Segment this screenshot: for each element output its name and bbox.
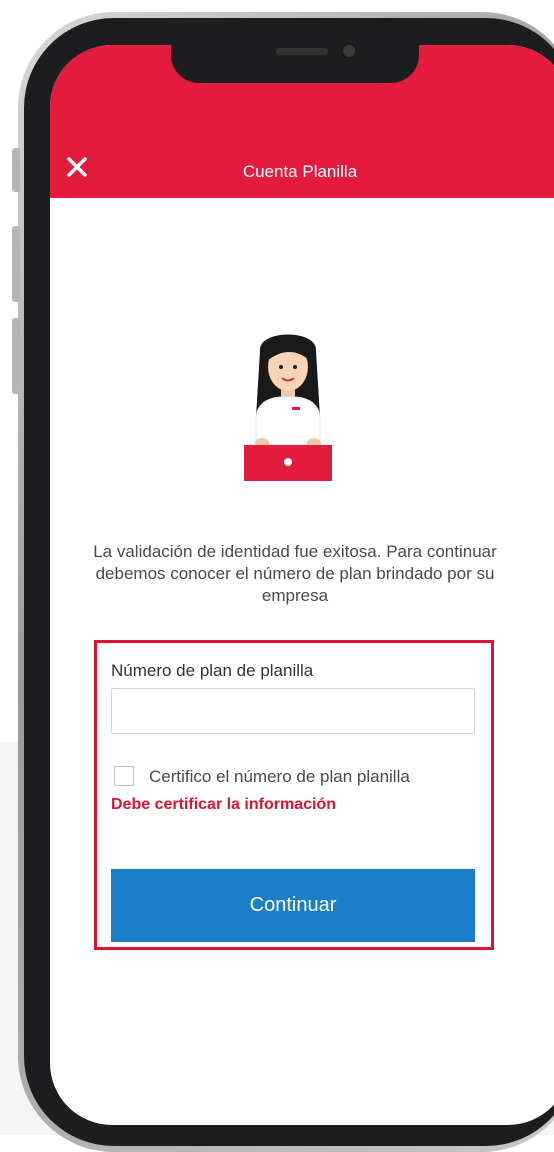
- phone-side-button: [12, 226, 20, 302]
- phone-speaker: [276, 48, 328, 55]
- app-screen: Cuenta Planilla La validación de identid…: [50, 45, 554, 1125]
- certify-checkbox[interactable]: [114, 766, 134, 786]
- phone-camera: [343, 45, 355, 57]
- certify-error-message: Debe certificar la información: [111, 796, 336, 813]
- continue-button[interactable]: Continuar: [111, 869, 475, 942]
- phone-side-button: [12, 148, 20, 192]
- intro-text: La validación de identidad fue exitosa. …: [93, 542, 497, 605]
- certify-checkbox-label[interactable]: Certifico el número de plan planilla: [149, 767, 410, 787]
- app-header: Cuenta Planilla: [50, 45, 554, 198]
- plan-number-label: Número de plan de planilla: [111, 661, 314, 680]
- phone-side-button: [12, 318, 20, 394]
- woman-with-laptop-illustration: [240, 321, 336, 481]
- plan-number-input[interactable]: [111, 688, 475, 734]
- page-title: Cuenta Planilla: [242, 162, 358, 181]
